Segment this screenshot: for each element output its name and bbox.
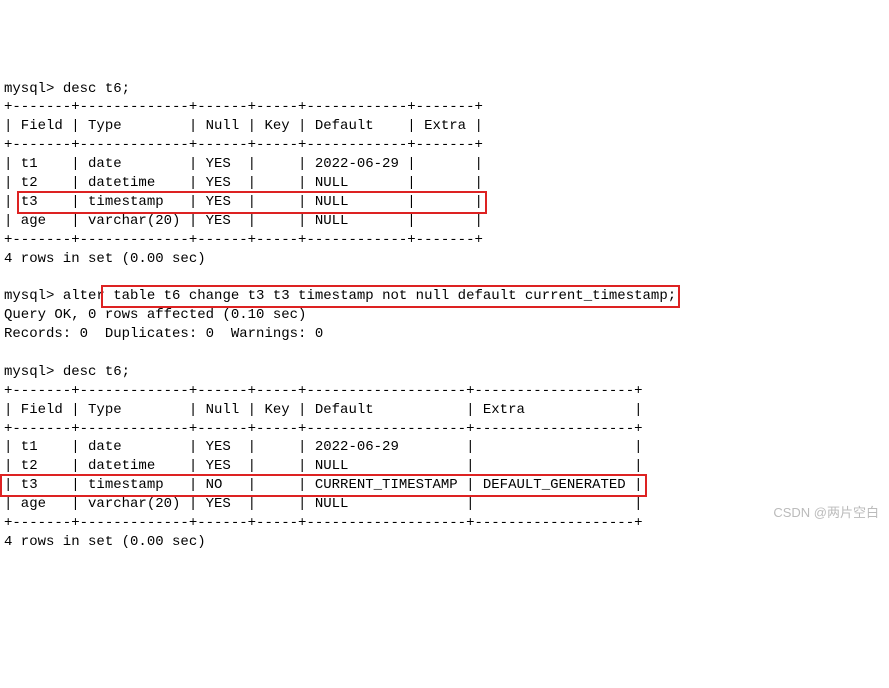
command-desc-1[interactable]: desc t6; <box>63 81 130 97</box>
table2-sep-bot: +-------+-------------+------+-----+----… <box>4 515 643 531</box>
table1-header: | Field | Type | Null | Key | Default | … <box>4 118 483 134</box>
table2-row-t2: | t2 | datetime | YES | | NULL | | <box>4 458 643 474</box>
table2-row-t3: | t3 | timestamp | NO | | CURRENT_TIMEST… <box>4 477 643 493</box>
alter-query-ok: Query OK, 0 rows affected (0.10 sec) <box>4 307 306 323</box>
table1-row-t2: | t2 | datetime | YES | | NULL | | <box>4 175 483 191</box>
table1-sep-mid: +-------+-------------+------+-----+----… <box>4 137 483 153</box>
prompt: mysql> <box>4 81 63 97</box>
command-alter-body[interactable]: table t6 change t3 t3 timestamp not null… <box>105 288 676 304</box>
highlight-box-alter: table t6 change t3 t3 timestamp not null… <box>101 285 680 308</box>
table1-sep-bot: +-------+-------------+------+-----+----… <box>4 232 483 248</box>
table2-header: | Field | Type | Null | Key | Default | … <box>4 402 643 418</box>
terminal-output: mysql> desc t6; +-------+-------------+-… <box>4 80 885 552</box>
table1-row-age: | age | varchar(20) | YES | | NULL | | <box>4 213 483 229</box>
table2-row-t1: | t1 | date | YES | | 2022-06-29 | | <box>4 439 643 455</box>
prompt: mysql> <box>4 364 63 380</box>
status-rows-1: 4 rows in set (0.00 sec) <box>4 251 206 267</box>
table1-row-t3: t3 | timestamp | YES | | NULL | | <box>21 194 483 210</box>
highlight-box-row-t3-new: | t3 | timestamp | NO | | CURRENT_TIMEST… <box>0 474 647 497</box>
prompt: mysql> <box>4 288 63 304</box>
table2-row-age: | age | varchar(20) | YES | | NULL | | <box>4 496 643 512</box>
alter-records: Records: 0 Duplicates: 0 Warnings: 0 <box>4 326 323 342</box>
table2-sep-top: +-------+-------------+------+-----+----… <box>4 383 643 399</box>
status-rows-2: 4 rows in set (0.00 sec) <box>4 534 206 550</box>
watermark: CSDN @两片空白 <box>773 504 879 522</box>
table2-sep-mid: +-------+-------------+------+-----+----… <box>4 421 643 437</box>
table1-row-t1: | t1 | date | YES | | 2022-06-29 | | <box>4 156 483 172</box>
table1-sep-top: +-------+-------------+------+-----+----… <box>4 99 483 115</box>
command-desc-2[interactable]: desc t6; <box>63 364 130 380</box>
highlight-box-row-t3: t3 | timestamp | YES | | NULL | | <box>17 191 487 214</box>
command-alter-pre[interactable]: alter <box>63 288 105 304</box>
